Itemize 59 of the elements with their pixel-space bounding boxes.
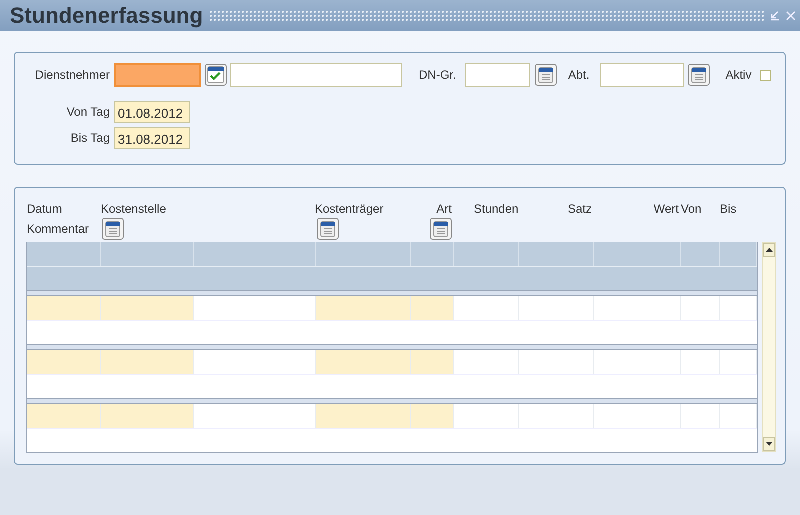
calendar-list-icon <box>320 220 336 238</box>
checkbox-label: Aktiv <box>726 67 752 84</box>
grid-cell[interactable] <box>27 350 101 374</box>
lookup-button[interactable] <box>102 218 124 240</box>
column-header: Stunden <box>474 201 519 218</box>
grid-cell[interactable] <box>316 296 411 320</box>
column-header: Kommentar <box>27 221 90 238</box>
grid-header-cell <box>411 242 454 266</box>
grid-header-cell <box>720 242 757 266</box>
validate-button[interactable] <box>205 64 227 86</box>
scroll-up-button[interactable] <box>763 243 775 257</box>
column-header: Bis <box>720 201 737 218</box>
grid-cell[interactable] <box>316 350 411 374</box>
field-label: Abt. <box>568 67 590 84</box>
close-icon[interactable] <box>786 10 796 20</box>
grid-cell[interactable] <box>411 350 454 374</box>
grid-cell[interactable] <box>27 296 101 320</box>
department-field[interactable] <box>600 63 684 87</box>
column-header: Satz <box>568 201 592 218</box>
employee-name-field[interactable] <box>230 63 402 87</box>
field-label: Von Tag <box>66 104 110 121</box>
column-header: Art <box>436 201 452 218</box>
calendar-list-icon <box>433 220 449 238</box>
grid-cell[interactable] <box>316 404 411 428</box>
lookup-button[interactable] <box>317 218 339 240</box>
active-checkbox[interactable] <box>760 70 771 80</box>
employee-field[interactable] <box>114 63 201 87</box>
grid-cell[interactable] <box>411 404 454 428</box>
scrollbar[interactable] <box>762 242 776 452</box>
grid-cell[interactable] <box>101 404 194 428</box>
lookup-button[interactable] <box>535 64 558 86</box>
calendar-list-icon <box>538 66 554 84</box>
grid-header-cell <box>454 242 519 266</box>
grid-cell[interactable] <box>411 296 454 320</box>
grid-cell[interactable] <box>101 296 194 320</box>
down-arrow-icon <box>766 442 772 446</box>
field-label: Bis Tag <box>70 130 110 147</box>
column-header: Von <box>681 201 702 218</box>
lookup-button[interactable] <box>688 64 710 86</box>
grid-header-cell <box>681 242 720 266</box>
check-calendar-icon <box>207 66 225 84</box>
field-label: DN-Gr. <box>419 67 456 84</box>
column-header: Datum <box>27 201 62 218</box>
up-arrow-icon <box>766 248 772 252</box>
calendar-list-icon <box>105 220 121 238</box>
minimize-icon[interactable] <box>770 10 780 20</box>
employee-group-field[interactable] <box>465 63 530 87</box>
scroll-down-button[interactable] <box>763 437 775 451</box>
grid-cell[interactable] <box>101 350 194 374</box>
lookup-button[interactable] <box>430 218 452 240</box>
date-field[interactable]: 31.08.2012 <box>114 127 190 149</box>
column-header: Kostenträger <box>315 201 384 218</box>
window-title: Stundenerfassung <box>10 2 204 30</box>
column-header: Wert <box>654 201 679 218</box>
column-header: Kostenstelle <box>101 201 166 218</box>
calendar-list-icon <box>690 66 707 84</box>
grid-cell[interactable] <box>27 404 101 428</box>
field-label: Dienstnehmer <box>34 67 110 84</box>
date-field[interactable]: 01.08.2012 <box>114 101 190 123</box>
